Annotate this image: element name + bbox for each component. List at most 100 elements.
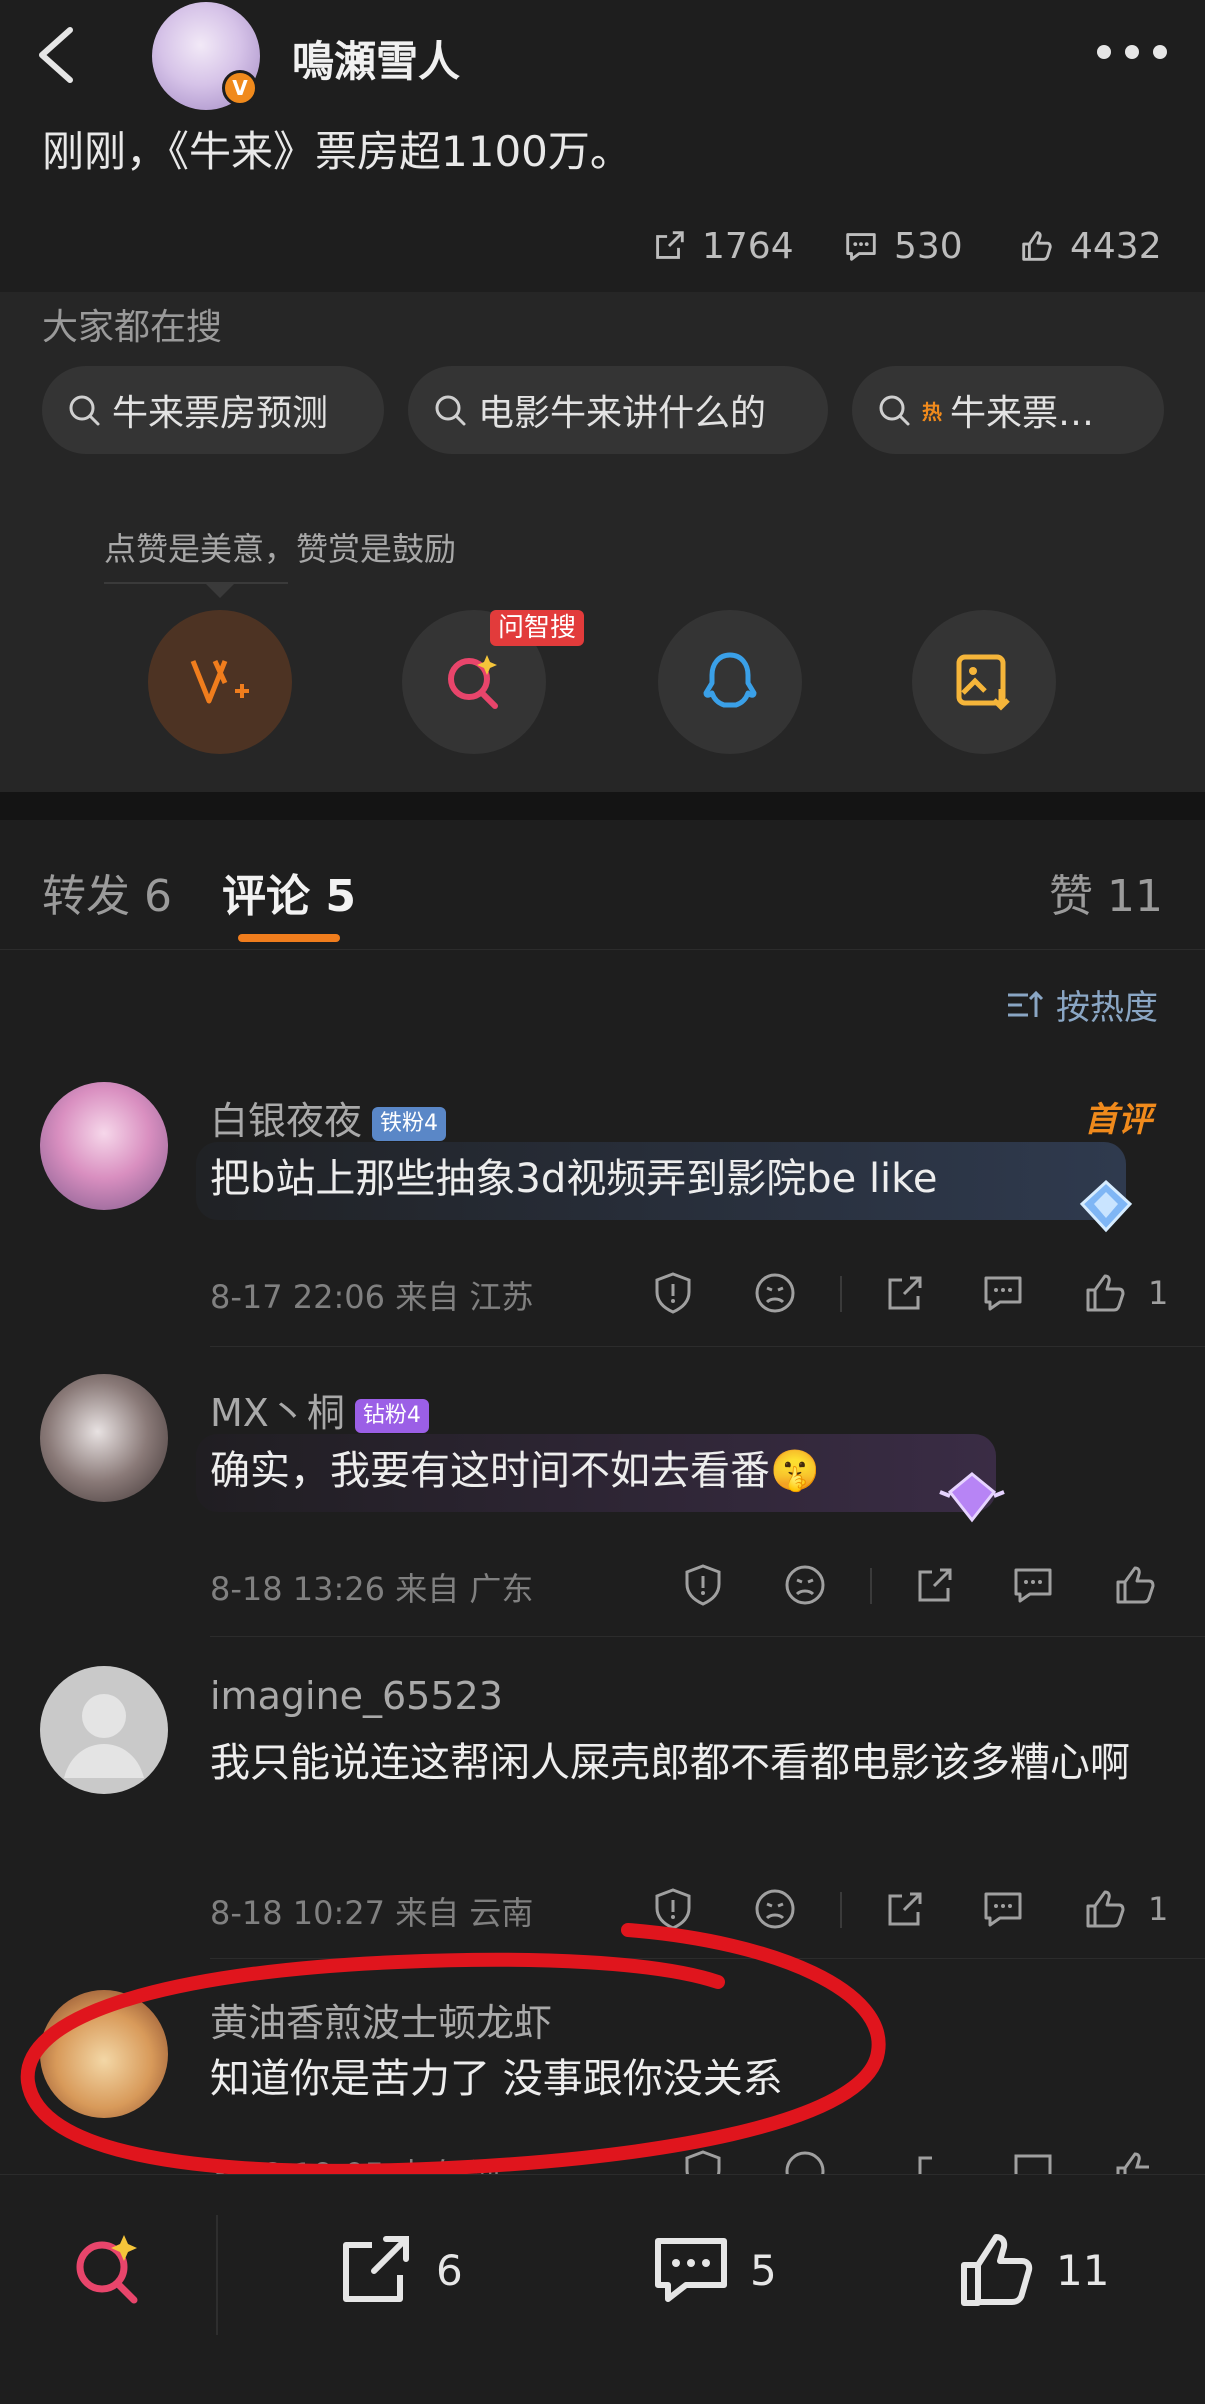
share-icon — [918, 2156, 950, 2174]
like-button[interactable] — [1112, 2148, 1158, 2174]
report-button[interactable] — [680, 1562, 726, 1608]
diamond-icon — [939, 1472, 1005, 1523]
like-button[interactable] — [1082, 1886, 1128, 1932]
like-button[interactable] — [1112, 1562, 1158, 1608]
diamond-icon — [1079, 1179, 1133, 1233]
repost-bottom-button[interactable]: 6 — [336, 2229, 463, 2311]
reward-tooltip: 点赞是美意，赞赏是鼓励 — [104, 530, 457, 568]
comment-author[interactable]: 白银夜夜 铁粉4 — [210, 1090, 447, 1145]
repost-button[interactable] — [912, 2148, 958, 2174]
tab-comments[interactable]: 评论 5 — [222, 860, 356, 924]
comment-divider — [210, 1958, 1205, 1959]
tab-reposts[interactable]: 转发 6 — [42, 860, 172, 924]
tooltip-arrow — [206, 584, 234, 598]
repost-button[interactable] — [882, 1886, 928, 1932]
comment-actions — [680, 2148, 1200, 2174]
reply-button[interactable] — [980, 1886, 1026, 1932]
repost-count: 6 — [436, 2245, 463, 2295]
tab-bar: 转发 6 评论 5 赞 11 — [0, 820, 1205, 950]
qq-share-button[interactable] — [658, 610, 802, 754]
more-icon[interactable] — [1092, 40, 1172, 64]
search-icon — [435, 395, 466, 426]
back-icon[interactable] — [28, 20, 88, 90]
share-icon — [918, 1568, 952, 1602]
reward-button[interactable] — [148, 610, 292, 754]
dislike-button[interactable] — [752, 1270, 798, 1316]
repost-button[interactable] — [912, 1562, 958, 1608]
dislike-button[interactable] — [782, 1562, 828, 1608]
comment-meta: 8-18 13:26 来自 广东 — [210, 1570, 534, 1608]
comment-divider — [210, 1636, 1205, 1637]
comment-actions: 1 — [650, 1270, 1170, 1320]
share-icon — [656, 231, 684, 259]
bottom-action-bar: 6 5 11 — [0, 2174, 1205, 2404]
comment-meta: 8-18 10:27 来自 云南 — [210, 1894, 534, 1932]
comment-text: 知道你是苦力了 没事跟你没关系 — [210, 2056, 783, 2102]
tab-likes[interactable]: 赞 11 — [1049, 860, 1163, 924]
reply-button[interactable] — [980, 1270, 1026, 1316]
ai-search-bottom-button[interactable] — [66, 2229, 148, 2311]
save-image-icon — [956, 654, 1010, 711]
avatar[interactable] — [40, 1374, 168, 1502]
like-count: 11 — [1056, 2245, 1110, 2295]
avatar[interactable] — [40, 1990, 168, 2118]
repost-button[interactable] — [882, 1270, 928, 1316]
comment-meta: 8-18 19:05 来自 河 — [210, 2150, 501, 2174]
comment-actions: 1 — [650, 1886, 1170, 1936]
like-stat[interactable]: 4432 — [1018, 218, 1162, 274]
dislike-button[interactable] — [752, 1886, 798, 1932]
thumbs-up-icon — [1116, 2152, 1149, 2174]
comment-bottom-button[interactable]: 5 — [650, 2229, 777, 2311]
comment-text: 确实，我要有这时间不如去看番🤫 — [210, 1448, 820, 1494]
search-chip-label: 牛来票房预测 — [112, 393, 329, 434]
search-chip-label: 牛来票… — [950, 393, 1095, 434]
hot-badge: 热 — [922, 399, 942, 424]
search-chip[interactable]: 电影牛来讲什么的 — [408, 366, 828, 454]
first-comment-badge: 首评 — [1084, 1100, 1152, 1140]
sort-icon — [1008, 990, 1044, 1017]
comment-author[interactable]: imagine_65523 — [210, 1674, 503, 1718]
comment-stat[interactable]: 530 — [842, 218, 963, 274]
reply-button[interactable] — [1010, 2148, 1056, 2174]
search-chip[interactable]: 热 牛来票… — [852, 366, 1164, 454]
search-chip[interactable]: 牛来票房预测 — [42, 366, 384, 454]
report-icon — [685, 1564, 721, 1606]
like-button[interactable] — [1082, 1270, 1128, 1316]
comment-author[interactable]: 黄油香煎波士顿龙虾 — [210, 1992, 552, 2047]
fan-badge: 铁粉4 — [372, 1106, 447, 1141]
report-button[interactable] — [650, 1886, 696, 1932]
comment-item: 黄油香煎波士顿龙虾 知道你是苦力了 没事跟你没关系 8-18 19:05 来自 … — [0, 1990, 1205, 2174]
like-bottom-button[interactable]: 11 — [956, 2229, 1109, 2311]
report-button[interactable] — [680, 2148, 726, 2174]
thumbs-up-icon — [961, 2234, 1033, 2306]
comment-author[interactable]: MX丶桐 钻粉4 — [210, 1382, 429, 1437]
comment-divider — [210, 1346, 1205, 1347]
repost-stat[interactable]: 1764 — [650, 218, 794, 274]
like-count: 1 — [1148, 1274, 1169, 1312]
comment-icon — [1014, 1568, 1052, 1603]
comment-icon — [1014, 2154, 1052, 2174]
save-image-button[interactable] — [912, 610, 1056, 754]
dislike-button[interactable] — [782, 2148, 828, 2174]
trending-title: 大家都在搜 — [42, 307, 223, 348]
default-avatar-icon — [64, 1694, 144, 1778]
report-button[interactable] — [650, 1270, 696, 1316]
comment-item: MX丶桐 钻粉4 确实，我要有这时间不如去看番🤫 8-18 13:26 来自 广东 — [0, 1374, 1205, 1637]
avatar[interactable] — [40, 1666, 168, 1794]
section-divider — [0, 792, 1205, 820]
thumbs-up-icon — [1086, 1274, 1125, 1312]
report-icon — [655, 1888, 691, 1930]
sort-toggle[interactable]: 按热度 — [1004, 980, 1158, 1029]
thumbs-up-icon — [1116, 1566, 1155, 1604]
reply-button[interactable] — [1010, 1562, 1056, 1608]
author-name[interactable]: 鳴瀬雪人 — [292, 28, 460, 89]
qq-icon — [703, 652, 757, 708]
action-separator — [840, 1892, 842, 1928]
action-separator — [840, 1276, 842, 1312]
comment-icon — [984, 1892, 1022, 1927]
verified-badge: V — [222, 70, 258, 106]
active-tab-indicator — [238, 934, 340, 942]
avatar[interactable] — [40, 1082, 168, 1210]
comment-icon — [984, 1276, 1022, 1311]
bottom-separator — [216, 2215, 218, 2335]
